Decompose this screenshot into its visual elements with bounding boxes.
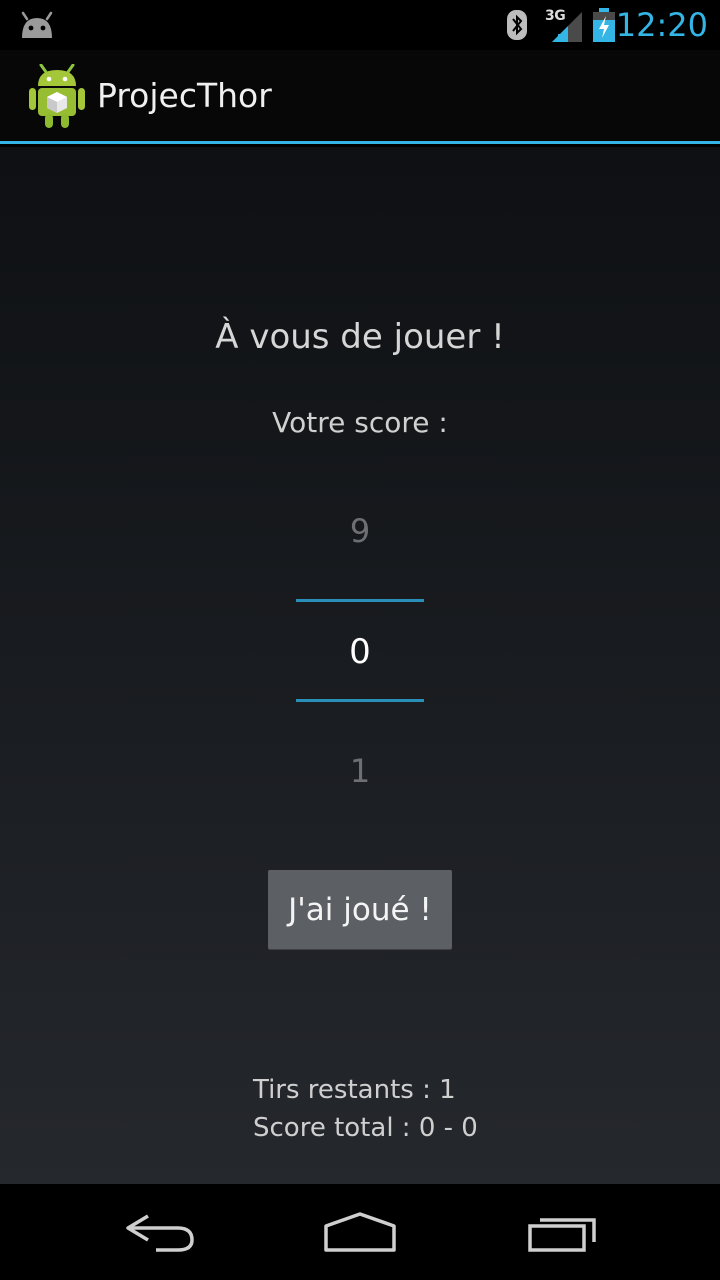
back-icon[interactable]	[110, 1206, 210, 1258]
turn-prompt: À vous de jouer !	[215, 317, 505, 357]
picker-divider-top	[296, 599, 424, 602]
game-info: Tirs restants : 1 Score total : 0 - 0	[253, 1071, 478, 1147]
screen: 3G 12:20 ProjecThor À vous de jouer ! Vo…	[0, 0, 720, 1280]
total-score: Score total : 0 - 0	[253, 1113, 478, 1143]
action-bar: ProjecThor	[0, 50, 720, 144]
played-button[interactable]: J'ai joué !	[268, 870, 452, 949]
main-content: À vous de jouer ! Votre score : 9 0 1 J'…	[0, 147, 720, 1184]
picker-divider-bottom	[296, 699, 424, 702]
status-bar: 3G 12:20	[0, 0, 720, 50]
bluetooth-icon	[507, 10, 527, 40]
picker-previous-value[interactable]: 9	[296, 512, 424, 550]
app-title: ProjecThor	[97, 76, 272, 115]
status-time: 12:20	[615, 6, 708, 44]
android-robot-icon	[21, 11, 53, 38]
shots-remaining: Tirs restants : 1	[253, 1075, 456, 1105]
score-label: Votre score :	[272, 406, 448, 439]
network-type-label: 3G	[545, 8, 566, 24]
navigation-bar	[0, 1184, 720, 1280]
home-icon[interactable]	[310, 1206, 410, 1258]
picker-selected-value[interactable]: 0	[296, 632, 424, 672]
recents-icon[interactable]	[512, 1206, 612, 1258]
android-app-icon[interactable]	[26, 64, 88, 130]
score-number-picker[interactable]: 9 0 1	[296, 487, 424, 807]
battery-charging-icon	[593, 8, 615, 42]
picker-next-value[interactable]: 1	[296, 752, 424, 790]
